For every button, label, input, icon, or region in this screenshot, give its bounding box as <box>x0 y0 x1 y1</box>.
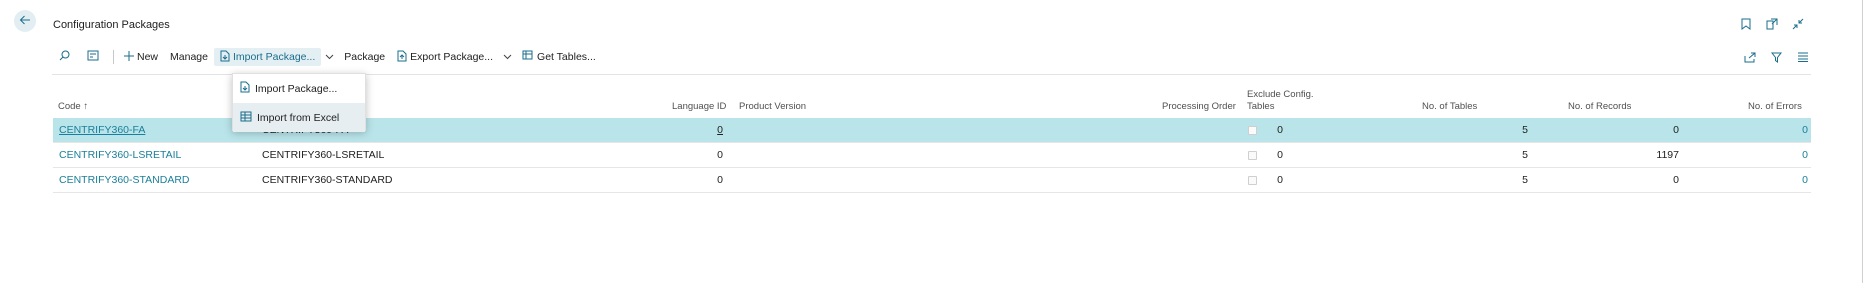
chevron-down-icon <box>325 51 334 63</box>
language-id-cell: 0 <box>717 149 723 161</box>
search-button[interactable] <box>52 48 80 66</box>
action-bar: New Manage Import Package... Package Exp… <box>52 48 602 66</box>
chevron-down-icon <box>503 51 512 63</box>
menu-item-import-package[interactable]: Import Package... <box>233 74 365 103</box>
manage-button[interactable]: Manage <box>164 48 214 66</box>
edit-list-button[interactable] <box>80 48 109 66</box>
column-header-code[interactable]: Code ↑ <box>58 101 88 112</box>
code-cell[interactable]: CENTRIFY360-FA <box>59 118 145 143</box>
column-header-product-version[interactable]: Product Version <box>739 101 806 112</box>
import-file-icon <box>220 50 233 65</box>
name-cell: CENTRIFY360-STANDARD <box>262 174 393 186</box>
processing-order-cell: 0 <box>1277 174 1283 186</box>
exclude-checkbox[interactable] <box>1248 151 1257 160</box>
search-icon <box>59 50 73 64</box>
language-id-cell: 0 <box>717 174 723 186</box>
column-header-no-of-tables[interactable]: No. of Tables <box>1422 101 1477 112</box>
open-new-window-icon[interactable] <box>1765 17 1779 31</box>
no-of-errors-cell[interactable]: 0 <box>1703 118 1808 143</box>
import-file-icon <box>240 81 255 96</box>
export-package-menu-toggle[interactable] <box>499 48 516 66</box>
processing-order-cell: 0 <box>1277 124 1283 136</box>
name-cell: CENTRIFY360-LSRETAIL <box>262 149 385 161</box>
language-id-cell[interactable]: 0 <box>653 118 723 143</box>
import-package-button[interactable]: Import Package... <box>213 48 322 66</box>
import-package-label: Import Package... <box>232 51 316 63</box>
export-file-icon <box>397 50 410 65</box>
column-header-language-id[interactable]: Language ID <box>672 101 726 112</box>
excel-import-icon <box>240 111 257 125</box>
edit-list-icon <box>87 50 102 64</box>
get-tables-button[interactable]: Get Tables... <box>516 48 602 66</box>
no-of-records-cell: 1197 <box>1656 149 1679 161</box>
export-package-label: Export Package... <box>410 51 494 63</box>
code-cell[interactable]: CENTRIFY360-STANDARD <box>59 168 190 193</box>
column-header-processing-order[interactable]: Processing Order <box>1162 101 1236 112</box>
exclude-checkbox[interactable] <box>1248 126 1257 135</box>
share-icon[interactable] <box>1744 52 1756 66</box>
column-header-no-of-records[interactable]: No. of Records <box>1568 101 1631 112</box>
bookmark-icon[interactable] <box>1739 17 1753 31</box>
list-tools <box>1744 52 1809 66</box>
package-button[interactable]: Package <box>338 48 391 66</box>
table-row[interactable]: CENTRIFY360-STANDARD CENTRIFY360-STANDAR… <box>53 168 1811 193</box>
new-button[interactable]: New <box>118 48 164 66</box>
toolbar-divider <box>113 50 114 64</box>
export-package-split: Export Package... <box>391 48 516 66</box>
export-package-button[interactable]: Export Package... <box>391 48 499 66</box>
package-label: Package <box>344 51 386 63</box>
list-view-icon[interactable] <box>1797 52 1809 66</box>
menu-item-import-from-excel[interactable]: Import from Excel <box>233 103 365 132</box>
menu-item-label: Import from Excel <box>257 111 340 124</box>
back-button[interactable] <box>14 10 36 32</box>
collapse-icon[interactable] <box>1791 17 1805 31</box>
code-cell[interactable]: CENTRIFY360-LSRETAIL <box>59 143 181 168</box>
table-row[interactable]: CENTRIFY360-LSRETAIL CENTRIFY360-LSRETAI… <box>53 143 1811 168</box>
no-of-errors-cell[interactable]: 0 <box>1703 168 1808 193</box>
page-title: Configuration Packages <box>53 19 170 31</box>
no-of-tables-cell: 5 <box>1522 124 1528 136</box>
processing-order-cell: 0 <box>1277 149 1283 161</box>
filter-icon[interactable] <box>1770 52 1783 66</box>
get-tables-icon <box>522 50 537 64</box>
top-actions <box>1739 17 1805 31</box>
import-package-menu: Import Package... Import from Excel <box>232 73 366 132</box>
column-header-exclude-config-tables-line1[interactable]: Exclude Config. <box>1247 89 1314 100</box>
no-of-errors-cell[interactable]: 0 <box>1703 143 1808 168</box>
no-of-tables-cell: 5 <box>1522 149 1528 161</box>
no-of-tables-cell: 5 <box>1522 174 1528 186</box>
no-of-records-cell: 0 <box>1673 174 1679 186</box>
arrow-left-icon <box>19 14 31 29</box>
column-header-exclude-config-tables-line2: Tables <box>1247 101 1275 112</box>
plus-icon <box>124 50 137 64</box>
get-tables-label: Get Tables... <box>537 51 596 63</box>
column-header-no-of-errors[interactable]: No. of Errors <box>1748 101 1802 112</box>
manage-label: Manage <box>170 51 208 63</box>
menu-item-label: Import Package... <box>255 82 338 95</box>
exclude-checkbox[interactable] <box>1248 176 1257 185</box>
page: Configuration Packages New Manage Import… <box>0 0 1863 283</box>
new-label: New <box>137 51 159 63</box>
no-of-records-cell: 0 <box>1673 124 1679 136</box>
import-package-split: Import Package... <box>213 48 338 66</box>
import-package-menu-toggle[interactable] <box>321 48 338 66</box>
